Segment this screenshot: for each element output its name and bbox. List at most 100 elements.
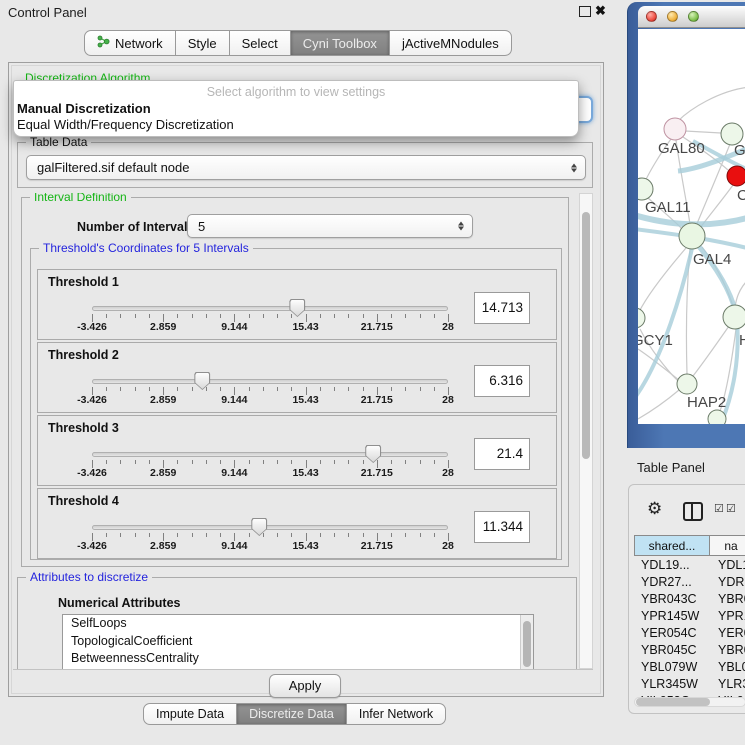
apply-button[interactable]: Apply (269, 674, 341, 698)
network-node[interactable] (638, 308, 645, 328)
tick-label: 9.144 (221, 394, 247, 406)
tick-mark (106, 460, 107, 464)
network-canvas[interactable]: GAL80GACGAL11GAL4GCY1HHAP2 (638, 29, 745, 424)
cell-name: YBR0 (711, 592, 745, 606)
cell-shared-name: YDL19... (634, 558, 711, 572)
algorithm-option-manual[interactable]: Manual Discretization (17, 101, 151, 116)
tick-label: 2.859 (150, 467, 176, 479)
threshold-value-field[interactable]: 21.4 (474, 438, 530, 470)
tab-label: Network (115, 36, 163, 51)
select-none-checkbox-icon[interactable]: ☑ (726, 502, 736, 515)
minimize-light-icon[interactable] (667, 11, 678, 22)
table-row[interactable]: YER054CYER0 (634, 624, 745, 641)
panel-scroll-thumb[interactable] (582, 212, 590, 459)
combo-stepper-icon[interactable] (571, 163, 577, 172)
tab-discretize-data[interactable]: Discretize Data (237, 703, 347, 725)
tick-mark (391, 314, 392, 318)
tick-mark (120, 387, 121, 391)
table-row[interactable]: YBR045CYBR0 (634, 641, 745, 658)
algorithm-option-equal-width[interactable]: Equal Width/Frequency Discretization (17, 117, 234, 132)
tab-label: Discretize Data (249, 707, 334, 721)
network-node[interactable] (727, 166, 745, 186)
column-header-name[interactable]: na (710, 535, 745, 556)
control-panel-window: Control Panel ✖ NetworkStyleSelectCyni T… (0, 0, 612, 745)
tab-cyni-toolbox[interactable]: Cyni Toolbox (291, 30, 390, 56)
cell-shared-name: YPR145W (634, 609, 711, 623)
attribute-item[interactable]: BetweennessCentrality (63, 650, 533, 668)
table-data-combobox[interactable]: galFiltered.sif default node (26, 155, 586, 180)
close-icon[interactable]: ✖ (595, 3, 606, 19)
number-of-intervals-combobox[interactable]: 5 (187, 214, 473, 238)
select-all-checkbox-icon[interactable]: ☑ (714, 502, 724, 515)
combo-stepper-icon[interactable] (458, 222, 464, 231)
numerical-attributes-list[interactable]: SelfLoopsTopologicalCoefficientBetweenne… (62, 614, 534, 669)
network-node[interactable] (679, 223, 705, 249)
tab-impute-data[interactable]: Impute Data (143, 703, 237, 725)
table-hscrollbar[interactable] (634, 697, 745, 707)
table-row[interactable]: YPR145WYPR1 (634, 607, 745, 624)
tick-mark (263, 387, 264, 391)
column-layout-icon[interactable] (683, 502, 703, 521)
threshold-value-field[interactable]: 6.316 (474, 365, 530, 397)
network-node[interactable] (723, 305, 745, 329)
network-node[interactable] (638, 178, 653, 200)
network-edge[interactable] (685, 131, 721, 133)
table-row[interactable]: YLR345WYLR3 (634, 675, 745, 692)
table-row[interactable]: YBR043CYBR0 (634, 590, 745, 607)
attribute-item[interactable]: SelfLoops (63, 615, 533, 633)
tick-mark (135, 533, 136, 537)
tick-label: 15.43 (292, 321, 318, 333)
float-window-icon[interactable] (579, 6, 591, 17)
tab-style[interactable]: Style (176, 30, 230, 56)
network-edge[interactable] (638, 390, 679, 419)
tab-select[interactable]: Select (230, 30, 291, 56)
tick-mark (334, 533, 335, 537)
zoom-light-icon[interactable] (688, 11, 699, 22)
tick-mark (120, 533, 121, 537)
tick-mark (149, 533, 150, 537)
threshold-value-field[interactable]: 11.344 (474, 511, 530, 543)
tick-mark (135, 314, 136, 318)
network-node[interactable] (708, 410, 726, 424)
tab-network[interactable]: Network (84, 30, 176, 56)
tab-jactivemnodules[interactable]: jActiveMNodules (390, 30, 512, 56)
threshold-value-field[interactable]: 14.713 (474, 292, 530, 324)
tick-mark (220, 460, 221, 464)
network-edge[interactable] (678, 87, 745, 121)
threshold-slider-track[interactable] (92, 452, 448, 457)
tick-mark (249, 533, 250, 537)
tick-mark (434, 460, 435, 464)
threshold-slider-track[interactable] (92, 379, 448, 384)
numerical-attributes-heading: Numerical Attributes (58, 596, 180, 610)
tick-label: 28 (442, 540, 454, 552)
table-hscroll-thumb[interactable] (636, 698, 710, 706)
network-node[interactable] (664, 118, 686, 140)
threshold-label: Threshold 4 (48, 494, 119, 508)
settings-gear-icon[interactable]: ⚙ (647, 500, 662, 518)
close-light-icon[interactable] (646, 11, 657, 22)
tab-infer-network[interactable]: Infer Network (347, 703, 446, 725)
column-header-shared[interactable]: shared... (634, 535, 710, 556)
threshold-slider-track[interactable] (92, 525, 448, 530)
table-row[interactable]: YDL19...YDL1 (634, 556, 745, 573)
network-node[interactable] (677, 374, 697, 394)
network-view-window: GAL80GACGAL11GAL4GCY1HHAP2 (627, 2, 745, 448)
network-edge[interactable] (693, 326, 729, 376)
table-row[interactable]: YDR27...YDR2 (634, 573, 745, 590)
tick-mark (263, 533, 264, 537)
threshold-slider-track[interactable] (92, 306, 448, 311)
table-row[interactable]: YBL079WYBL0 (634, 658, 745, 675)
tick-mark (263, 314, 264, 318)
interval-definition-label: Interval Definition (30, 193, 131, 204)
list-scrollbar[interactable] (520, 615, 533, 669)
number-of-intervals-value: 5 (198, 219, 205, 234)
list-scroll-thumb[interactable] (523, 621, 531, 667)
network-edge[interactable] (735, 279, 745, 307)
attribute-item[interactable]: TopologicalCoefficient (63, 633, 533, 651)
tick-mark (177, 460, 178, 464)
panel-scrollbar[interactable] (579, 193, 593, 669)
tick-mark (192, 533, 193, 537)
cell-name: YBR0 (711, 643, 745, 657)
settings-scroll-area: Interval Definition Number of Intervals … (13, 193, 593, 669)
tick-mark (348, 533, 349, 537)
